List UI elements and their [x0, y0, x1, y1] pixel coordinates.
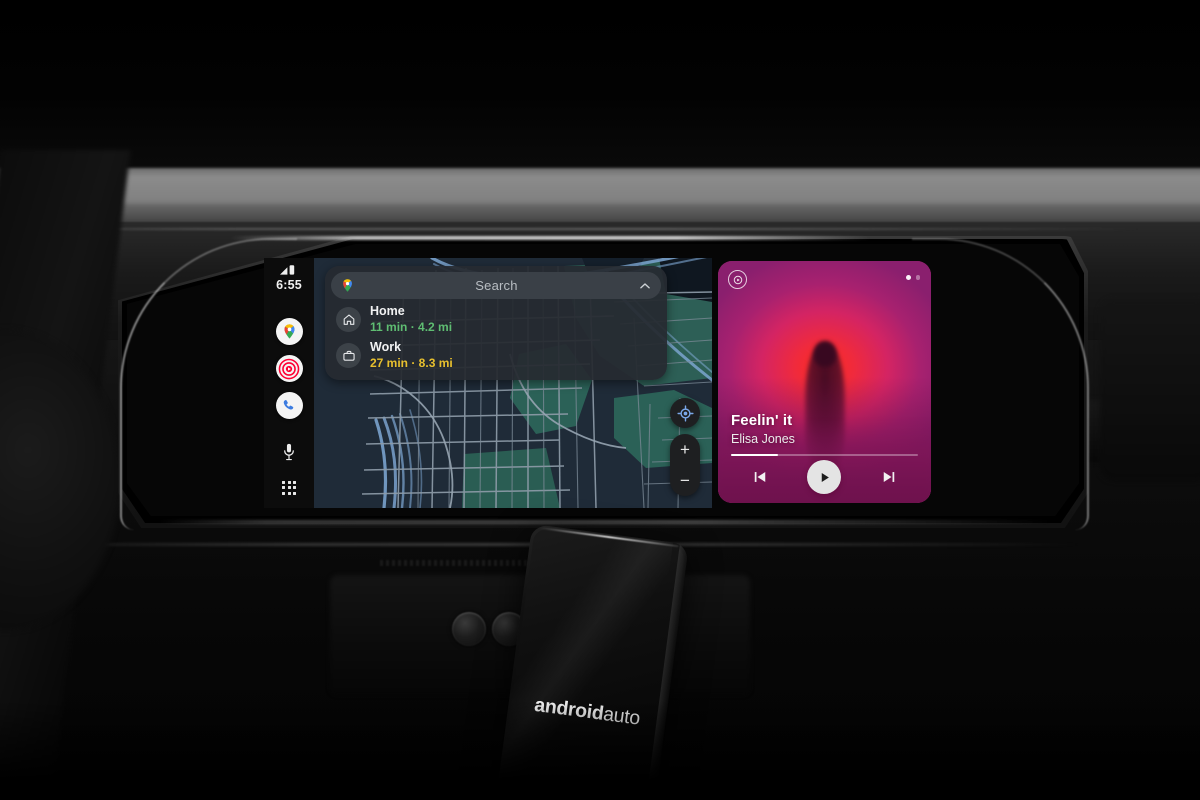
- zoom-out-button[interactable]: −: [680, 465, 690, 496]
- bezel-highlight-top: [230, 236, 870, 240]
- media-controls: [718, 457, 931, 497]
- media-app-icon: [728, 270, 747, 289]
- play-button[interactable]: [807, 460, 842, 494]
- recenter-button[interactable]: [670, 398, 700, 428]
- media-card[interactable]: Feelin' it Elisa Jones: [718, 261, 931, 503]
- dashboard-seam: [0, 228, 1200, 230]
- console-knob-left[interactable]: [452, 612, 486, 646]
- zoom-controls[interactable]: + −: [670, 434, 700, 496]
- maps-search-card: Search Home 11 min · 4.2 mi Work 27 min …: [325, 266, 667, 381]
- youtube-music-icon: [278, 358, 300, 379]
- google-maps-pin-icon: [284, 324, 294, 339]
- destination-row-home[interactable]: Home 11 min · 4.2 mi: [331, 299, 661, 335]
- microphone-icon[interactable]: [283, 443, 295, 461]
- location-target-icon: [676, 404, 694, 422]
- album-art-figure-head: [813, 340, 836, 367]
- bezel-highlight-bottom: [160, 520, 1050, 524]
- dashboard-top: [0, 0, 1200, 172]
- phone-handset-icon: [283, 399, 294, 410]
- track-artist: Elisa Jones: [731, 432, 795, 446]
- search-input[interactable]: Search: [331, 272, 661, 299]
- search-placeholder: Search: [475, 278, 518, 293]
- map-panel[interactable]: Search Home 11 min · 4.2 mi Work 27 min …: [314, 258, 712, 508]
- zoom-in-button[interactable]: +: [680, 434, 690, 465]
- chevron-up-icon[interactable]: [638, 279, 652, 293]
- sidebar-item-phone[interactable]: [275, 392, 303, 419]
- cellular-signal-icon: [280, 265, 295, 275]
- sidebar-item-google-maps[interactable]: [275, 318, 303, 345]
- destination-row-work[interactable]: Work 27 min · 8.3 mi: [331, 335, 661, 371]
- play-icon: [821, 472, 829, 482]
- destination-eta: 27 min · 8.3 mi: [370, 355, 453, 370]
- page-dot: [915, 275, 920, 280]
- media-page-indicator: [905, 275, 920, 280]
- sidebar-item-youtube-music[interactable]: [275, 355, 303, 382]
- briefcase-icon: [336, 343, 361, 369]
- playback-progress-fill: [731, 453, 778, 456]
- page-dot-active: [905, 275, 911, 280]
- playback-progress-bar[interactable]: [731, 453, 918, 456]
- youtube-music-icon: [733, 275, 742, 284]
- sidebar: 6:55: [264, 258, 314, 508]
- app-grid-icon[interactable]: [282, 481, 296, 495]
- media-panel: Feelin' it Elisa Jones: [712, 258, 936, 508]
- track-title: Feelin' it: [731, 412, 793, 429]
- google-maps-pin-icon: [343, 279, 352, 292]
- skip-previous-icon[interactable]: [751, 468, 769, 486]
- sidebar-app-icons: [275, 318, 303, 419]
- destination-eta: 11 min · 4.2 mi: [370, 319, 453, 334]
- air-vent-right-upper: [1100, 300, 1200, 480]
- status-bar-clock: 6:55: [276, 278, 302, 292]
- destination-label: Work: [370, 340, 402, 355]
- status-bar: 6:55: [276, 258, 302, 292]
- home-icon: [336, 307, 361, 333]
- sidebar-system-icons: [282, 443, 296, 495]
- android-auto-ui: 6:55 Search Home 11 min · 4.2 mi Work 27…: [264, 258, 936, 508]
- skip-next-icon[interactable]: [880, 468, 898, 486]
- car-interior-scene: 6:55 Search Home 11 min · 4.2 mi Work 27…: [0, 0, 1200, 800]
- lower-vignette: [0, 700, 1200, 800]
- destination-label: Home: [370, 304, 405, 318]
